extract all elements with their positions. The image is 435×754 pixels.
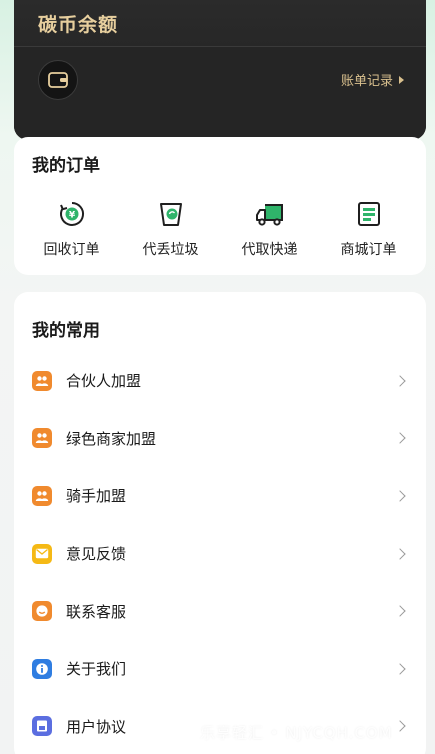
common-title: 我的常用 — [32, 321, 100, 341]
chevron-right-icon — [394, 663, 406, 675]
order-item-express[interactable]: 代取快递 — [225, 199, 315, 259]
order-item-recycle[interactable]: ¥ 回收订单 — [27, 199, 117, 259]
wallet-icon — [38, 60, 78, 100]
chevron-right-icon — [394, 605, 406, 617]
common-menu-list: 合伙人加盟 绿色商家加盟 骑手加盟 意见反馈 联系客服 关于我们 用户协议 — [14, 352, 426, 754]
order-label: 商城订单 — [340, 242, 397, 258]
my-orders-card: 我的订单 ¥ 回收订单 代丢垃圾 代取快递 商城订单 — [14, 137, 426, 275]
trash-bin-icon — [156, 199, 186, 229]
menu-label: 联系客服 — [66, 602, 127, 621]
chevron-right-icon — [394, 720, 406, 733]
triangle-right-icon — [399, 75, 404, 84]
chevron-right-icon — [394, 375, 406, 387]
order-label: 代丢垃圾 — [142, 242, 199, 258]
shop-order-icon — [354, 199, 384, 229]
menu-label: 意见反馈 — [66, 545, 127, 564]
order-item-trash[interactable]: 代丢垃圾 — [126, 199, 216, 259]
menu-item-customer-service[interactable]: 联系客服 — [14, 582, 426, 640]
menu-item-merchant-join[interactable]: 绿色商家加盟 — [14, 410, 426, 468]
bill-record-link[interactable]: 账单记录 — [341, 70, 404, 89]
chevron-right-icon — [394, 547, 406, 560]
chevron-right-icon — [394, 490, 406, 502]
order-label: 代取快递 — [241, 242, 298, 258]
info-icon — [32, 658, 52, 679]
service-icon — [32, 601, 52, 622]
order-item-shop[interactable]: 商城订单 — [324, 199, 414, 259]
svg-text:¥: ¥ — [68, 211, 75, 221]
menu-label: 绿色商家加盟 — [66, 429, 157, 448]
chevron-right-icon — [394, 432, 406, 445]
carbon-balance-card[interactable]: 碳币余额 账单记录 — [14, 0, 426, 140]
partner-icon — [32, 370, 52, 391]
menu-label: 合伙人加盟 — [66, 372, 142, 391]
mail-icon — [32, 543, 52, 564]
watermark: 乐享轻汇 • NJYCQH.COM — [200, 724, 393, 742]
rider-icon — [32, 485, 52, 506]
menu-item-partner-join[interactable]: 合伙人加盟 — [14, 352, 426, 410]
agreement-icon — [32, 716, 52, 737]
menu-item-about-us[interactable]: 关于我们 — [14, 640, 426, 698]
menu-item-rider-join[interactable]: 骑手加盟 — [14, 467, 426, 525]
wallet-lower-panel — [14, 47, 426, 140]
menu-label: 关于我们 — [66, 660, 127, 679]
wallet-title: 碳币余额 — [38, 14, 119, 36]
recycle-coin-icon: ¥ — [57, 199, 87, 229]
orders-title: 我的订单 — [32, 156, 100, 176]
menu-item-feedback[interactable]: 意见反馈 — [14, 525, 426, 583]
delivery-truck-icon — [255, 199, 285, 229]
orders-grid: ¥ 回收订单 代丢垃圾 代取快递 商城订单 — [14, 199, 426, 259]
bill-record-label: 账单记录 — [340, 74, 393, 89]
my-common-card: 我的常用 合伙人加盟 绿色商家加盟 骑手加盟 意见反馈 联系客服 关于我们 用户… — [14, 292, 426, 754]
order-label: 回收订单 — [43, 242, 100, 258]
merchant-icon — [32, 428, 52, 449]
menu-label: 骑手加盟 — [66, 487, 127, 506]
